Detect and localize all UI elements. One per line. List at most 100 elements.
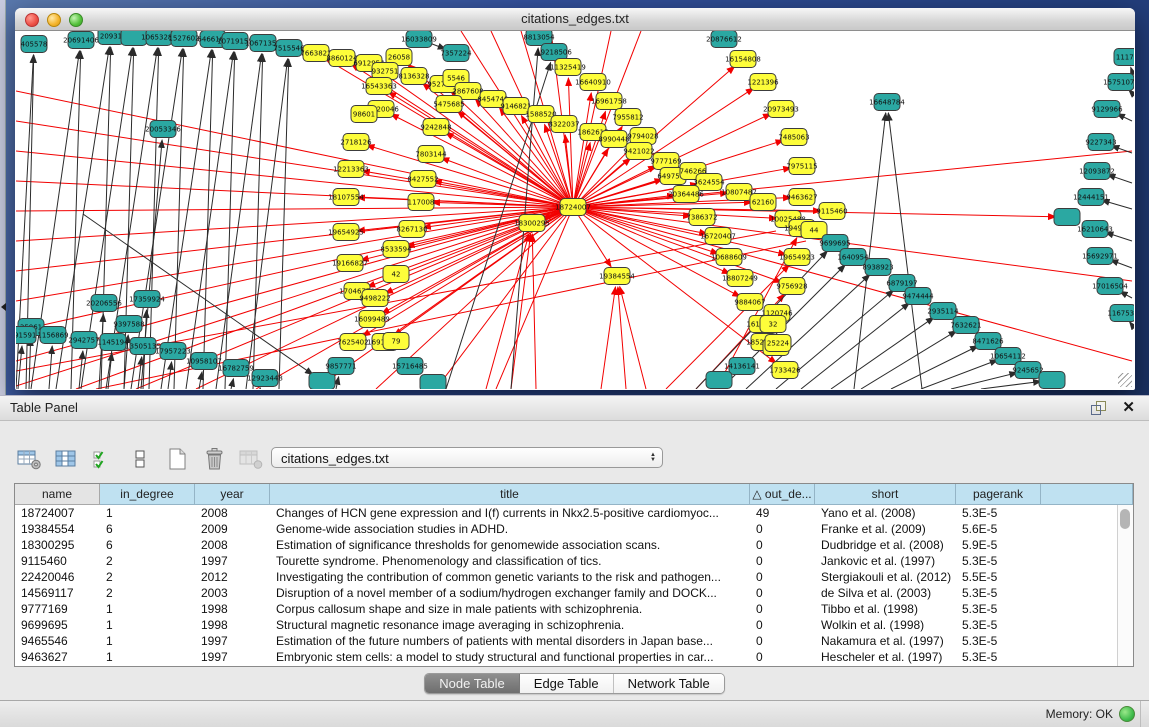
graph-edge[interactable] (573, 207, 1132, 281)
table-cell: 2012 (195, 569, 270, 585)
graph-node-label: 2867608 (452, 88, 483, 96)
table-row[interactable]: 969969511998Structural magnetic resonanc… (15, 617, 1133, 633)
table-mode-button[interactable] (14, 446, 44, 472)
graph-node-label: 20876612 (706, 36, 742, 44)
graph-edge[interactable] (336, 377, 339, 389)
resize-grip[interactable] (1118, 373, 1132, 387)
graph-node-label: 9146821 (500, 103, 531, 111)
tab-network-table[interactable]: Network Table (614, 674, 724, 693)
graph-node[interactable] (1039, 372, 1065, 389)
table-panel-header[interactable]: Table Panel ✕ (0, 395, 1149, 421)
graph-edge[interactable] (888, 113, 922, 389)
graph-node-label: 7386372 (686, 214, 717, 222)
graph-node-label: 1640954 (837, 254, 869, 262)
graph-node[interactable] (706, 372, 732, 389)
table-row[interactable]: 911546021997Tourette syndrome. Phenomeno… (15, 553, 1133, 569)
graph-edge[interactable] (1131, 67, 1132, 71)
graph-edge[interactable] (891, 346, 978, 389)
graph-node-label: 7955812 (612, 114, 643, 122)
row-height-button[interactable] (125, 446, 155, 472)
graph-node-label: 10688609 (711, 254, 747, 262)
graph-edge[interactable] (246, 59, 288, 389)
table-cell: Investigating the contribution of common… (270, 569, 750, 585)
table-row[interactable]: 2242004622012Investigating the contribut… (15, 569, 1133, 585)
table-scrollbar-thumb[interactable] (1120, 509, 1130, 529)
graph-edge[interactable] (49, 346, 52, 389)
column-header-name[interactable]: name (15, 484, 100, 505)
graph-edge[interactable] (1107, 175, 1132, 183)
select-columns-button[interactable] (51, 446, 81, 472)
graph-edge[interactable] (1105, 232, 1132, 241)
graph-edge[interactable] (16, 207, 573, 241)
network-canvas[interactable]: 4055782069140620931106532871527602646616… (16, 31, 1134, 389)
graph-edge[interactable] (231, 379, 233, 389)
graph-edge[interactable] (203, 50, 213, 389)
table-cell: Changes of HCN gene expression and I(f) … (270, 505, 750, 521)
column-header-short[interactable]: short (815, 484, 956, 505)
column-header-year[interactable]: year (195, 484, 270, 505)
table-cell: Structural magnetic resonance image aver… (270, 617, 750, 633)
graph-node-label: 2718126 (340, 139, 372, 147)
tab-edge-table[interactable]: Edge Table (520, 674, 614, 693)
graph-edge[interactable] (1130, 322, 1132, 325)
graph-edge[interactable] (573, 31, 611, 207)
graph-node-label: 5475685 (433, 101, 464, 109)
graph-edge[interactable] (573, 207, 1132, 361)
network-graph[interactable]: 4055782069140620931106532871527602646616… (16, 31, 1134, 389)
table-scrollbar[interactable] (1117, 505, 1133, 666)
graph-edge[interactable] (921, 360, 998, 389)
column-header-in_degree[interactable]: in_degree (100, 484, 195, 505)
column-header-title[interactable]: title (270, 484, 750, 505)
graph-edge[interactable] (161, 50, 211, 389)
column-header-filler (1041, 484, 1133, 505)
graph-node-label: 20053346 (145, 126, 181, 134)
graph-edge[interactable] (174, 49, 184, 389)
window-title-bar[interactable]: citations_edges.txt (15, 8, 1135, 31)
graph-edge[interactable] (18, 346, 22, 389)
tab-node-table[interactable]: Node Table (425, 674, 520, 693)
table-cell: Tibbo et al. (1998) (815, 601, 956, 617)
delete-columns-button[interactable] (199, 446, 229, 472)
graph-edge[interactable] (16, 207, 573, 211)
memory-status-indicator[interactable] (1119, 706, 1135, 722)
graph-node-label: 9463627 (786, 194, 817, 202)
table-row[interactable]: 1456911722003Disruption of a novel membe… (15, 585, 1133, 601)
graph-node-label: 8136328 (398, 73, 429, 81)
create-column-button[interactable] (162, 446, 192, 472)
table-cell: de Silva et al. (2003) (815, 585, 956, 601)
close-panel-icon[interactable]: ✕ (1122, 398, 1135, 416)
graph-edge[interactable] (511, 234, 531, 389)
table-row[interactable]: 977716911998Corpus callosum shape and si… (15, 601, 1133, 617)
table-row[interactable]: 1872400712008Changes of HCN gene express… (15, 505, 1133, 521)
graph-node-label: 8427552 (407, 176, 438, 184)
graph-node[interactable] (1054, 209, 1080, 226)
graph-edge[interactable] (620, 287, 646, 389)
column-header-pagerank[interactable]: pagerank (956, 484, 1041, 505)
combo-stepper-icon: ▲▼ (650, 448, 656, 467)
table-cell: 0 (750, 617, 815, 633)
select-rows-button[interactable] (88, 446, 118, 472)
graph-node[interactable] (309, 373, 335, 390)
panel-collapse-arrow-icon[interactable] (1, 303, 6, 311)
graph-edge[interactable] (16, 151, 573, 207)
graph-edge[interactable] (618, 287, 626, 389)
table-cell: Franke et al. (2009) (815, 521, 956, 537)
table-cell: 2 (100, 553, 195, 569)
graph-node-label: 1167534 (1107, 310, 1134, 318)
float-panel-icon[interactable] (1091, 401, 1105, 414)
table-row[interactable]: 946362711997Embryonic stem cells: a mode… (15, 649, 1133, 665)
graph-node[interactable] (420, 375, 446, 390)
table-row[interactable]: 1938455462009Genome-wide association stu… (15, 521, 1133, 537)
column-header-out_de[interactable]: △ out_de... (750, 484, 815, 505)
table-row[interactable]: 946554611997Estimation of the future num… (15, 633, 1133, 649)
table-selector[interactable]: citations_edges.txt ▲▼ (271, 447, 663, 468)
table-cell: 5.3E-5 (956, 553, 1041, 569)
graph-edge[interactable] (981, 381, 1041, 389)
table-row[interactable]: 1830029562008Estimation of significance … (15, 537, 1133, 553)
graph-node-label: 9421022 (623, 148, 654, 156)
graph-edge[interactable] (573, 207, 1056, 217)
graph-edge[interactable] (601, 287, 615, 389)
graph-edge[interactable] (1110, 260, 1132, 268)
table-cell: 1 (100, 649, 195, 665)
graph-edge[interactable] (951, 373, 1017, 389)
